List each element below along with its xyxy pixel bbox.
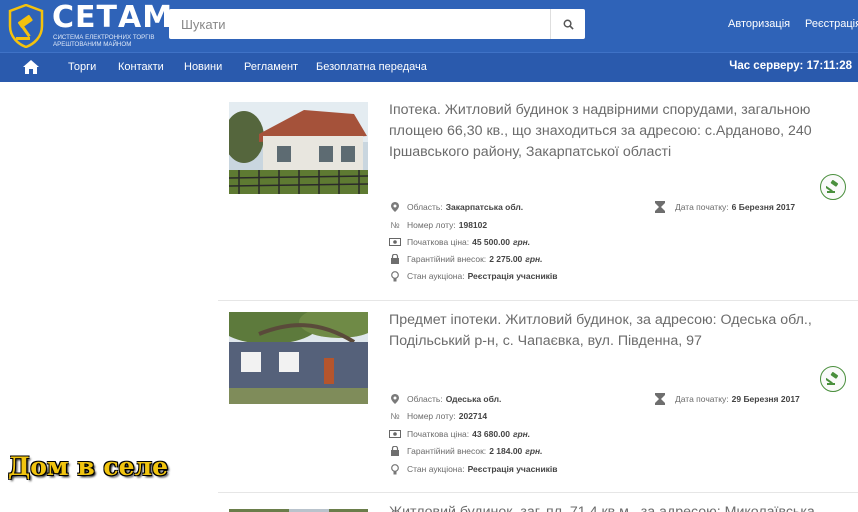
lot-label: Номер лоту: (407, 411, 456, 421)
lot-value: 202714 (458, 411, 488, 421)
deposit-currency: грн. (525, 254, 543, 264)
lot-label: Номер лоту: (407, 220, 456, 230)
start-date-row: Дата початку: 29 Березня 2017 (655, 392, 800, 406)
status-value: Реєстрація учасників (467, 464, 558, 474)
map-marker-icon (389, 394, 401, 404)
house-photo (229, 102, 368, 194)
search-button[interactable] (550, 9, 585, 39)
listing-card: Предмет іпотеки. Житловий будинок, за ад… (218, 300, 858, 493)
deposit-row: Гарантійний внесок: 2 184.00 грн. (389, 444, 543, 458)
top-header: СЕТАМ Система електронних торгів арештов… (0, 0, 858, 52)
listing-photo[interactable] (229, 102, 368, 194)
lightbulb-icon (389, 270, 401, 282)
search-input[interactable] (169, 9, 549, 39)
start-date-row: Дата початку: 6 Березня 2017 (655, 200, 795, 214)
lot-row: № Номер лоту: 198102 (389, 218, 487, 232)
status-label: Стан аукціона: (407, 271, 465, 281)
status-label: Стан аукціона: (407, 464, 465, 474)
deposit-label: Гарантійний внесок: (407, 446, 487, 456)
shield-gavel-icon (8, 4, 44, 48)
price-row: Початкова ціна: 43 680.00 грн. (389, 427, 530, 441)
lightbulb-icon (389, 463, 401, 475)
nav-item-contacts[interactable]: Контакти (118, 61, 164, 73)
number-sign-icon: № (390, 220, 400, 230)
auction-gavel-button[interactable] (820, 174, 846, 200)
listing-title[interactable]: Житловий будинок, заг. пл. 71,4 кв.м., з… (389, 502, 849, 512)
start-date-label: Дата початку: (675, 394, 729, 404)
logo-subtitle: Система електронних торгів арештованим м… (53, 34, 155, 48)
deposit-value: 2 184.00 (489, 446, 523, 456)
start-date-label: Дата початку: (675, 202, 729, 212)
nav-item-news[interactable]: Новини (184, 61, 222, 73)
price-label: Початкова ціна: (407, 237, 470, 247)
banknote-icon (389, 430, 401, 438)
start-date-value: 6 Березня 2017 (731, 202, 796, 212)
status-row: Стан аукціона: Реєстрація учасників (389, 269, 558, 283)
logo-title: СЕТАМ (52, 0, 174, 35)
register-link[interactable]: Реєстрація (805, 18, 858, 30)
price-value: 43 680.00 (472, 429, 510, 439)
region-label: Область: (407, 202, 443, 212)
hourglass-icon (655, 393, 665, 405)
region-label: Область: (407, 394, 443, 404)
price-currency: грн. (512, 429, 531, 439)
gavel-icon (826, 372, 839, 385)
region-value: Одеська обл. (445, 394, 502, 404)
search-box (169, 9, 585, 39)
server-time: Час серверу: 17:11:28 (729, 60, 852, 72)
status-row: Стан аукціона: Реєстрація учасників (389, 462, 558, 476)
gavel-icon (826, 180, 839, 193)
deposit-value: 2 275.00 (489, 254, 523, 264)
search-icon (563, 19, 574, 30)
listing-photo[interactable] (229, 504, 368, 512)
listing-photo[interactable] (229, 312, 368, 404)
lock-icon (389, 254, 401, 264)
banknote-icon (389, 238, 401, 246)
lock-icon (389, 446, 401, 456)
listing-title[interactable]: Іпотека. Житловий будинок з надвірними с… (389, 100, 849, 163)
deposit-label: Гарантійний внесок: (407, 254, 487, 264)
region-row: Область: Закарпатська обл. (389, 200, 523, 214)
auction-gavel-button[interactable] (820, 366, 846, 392)
house-photo (229, 312, 368, 404)
home-icon[interactable] (22, 59, 40, 75)
main-nav: Торги Контакти Новини Регламент Безоплат… (0, 52, 858, 82)
map-marker-icon (389, 202, 401, 212)
listing-title[interactable]: Предмет іпотеки. Житловий будинок, за ад… (389, 310, 849, 352)
price-value: 45 500.00 (472, 237, 510, 247)
region-row: Область: Одеська обл. (389, 392, 501, 406)
price-row: Початкова ціна: 45 500.00 грн. (389, 235, 530, 249)
hourglass-icon (655, 201, 665, 213)
deposit-currency: грн. (525, 446, 543, 456)
lot-row: № Номер лоту: 202714 (389, 409, 487, 423)
price-label: Початкова ціна: (407, 429, 470, 439)
nav-item-regulations[interactable]: Регламент (244, 61, 298, 73)
listing-card: Іпотека. Житловий будинок з надвірними с… (218, 90, 858, 301)
server-time-value: 17:11:28 (806, 60, 852, 72)
listing-card: Житловий будинок, заг. пл. 71,4 кв.м., з… (218, 492, 858, 512)
lot-value: 198102 (458, 220, 488, 230)
site-logo[interactable]: СЕТАМ Система електронних торгів арештов… (8, 0, 172, 50)
deposit-row: Гарантійний внесок: 2 275.00 грн. (389, 252, 543, 266)
nav-item-auctions[interactable]: Торги (68, 61, 96, 73)
overlay-caption: Дом в селе (8, 452, 169, 481)
start-date-value: 29 Березня 2017 (731, 394, 800, 404)
region-value: Закарпатська обл. (445, 202, 524, 212)
status-value: Реєстрація учасників (467, 271, 558, 281)
nav-item-free-transfer[interactable]: Безоплатна передача (316, 61, 427, 73)
number-sign-icon: № (390, 411, 400, 421)
auth-link[interactable]: Авторизація (728, 18, 790, 30)
server-time-label: Час серверу: (729, 60, 804, 72)
price-currency: грн. (512, 237, 531, 247)
